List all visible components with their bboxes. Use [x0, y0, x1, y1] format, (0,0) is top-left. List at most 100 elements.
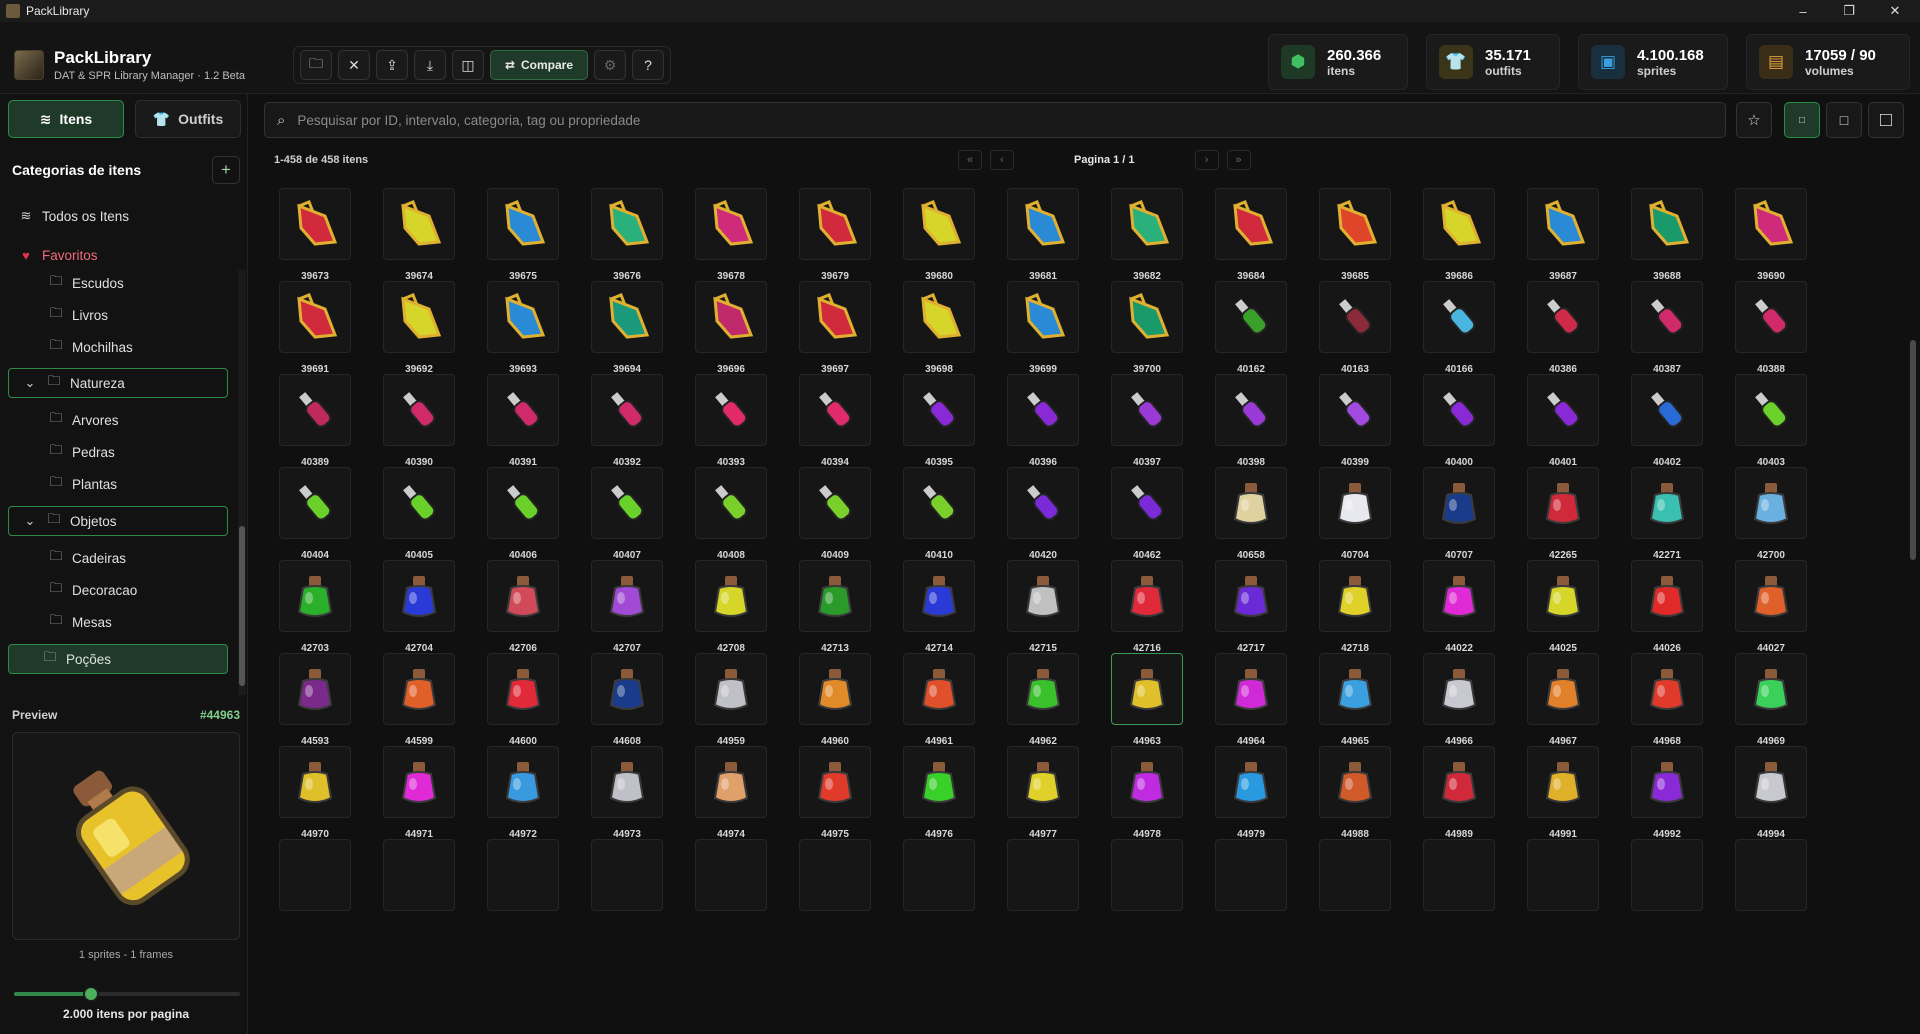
category-natureza[interactable]: ⌄ 🗀 Natureza	[22, 368, 125, 398]
close-window-button[interactable]: ✕	[1872, 0, 1918, 22]
item-cell[interactable]	[1192, 801, 1296, 915]
item-sprite-tile[interactable]	[1735, 839, 1807, 911]
item-cell[interactable]	[464, 801, 568, 915]
item-cell[interactable]	[1296, 801, 1400, 915]
category-label: Decoracao	[72, 582, 138, 598]
settings-button[interactable]: ⚙	[594, 50, 626, 80]
item-sprite-tile[interactable]	[1215, 839, 1287, 911]
item-cell[interactable]	[1608, 801, 1712, 915]
items-per-page-slider[interactable]	[14, 986, 240, 1002]
stat-volumes-label: volumes	[1805, 63, 1854, 78]
item-cell[interactable]	[568, 801, 672, 915]
item-sprite-tile[interactable]	[695, 839, 767, 911]
items-per-page-label: 2.000 itens por pagina	[62, 1007, 190, 1021]
category-all-label: Todos os Itens	[42, 208, 130, 224]
item-cell[interactable]	[672, 801, 776, 915]
folder-icon: 🗀	[49, 442, 63, 457]
item-cell[interactable]	[256, 801, 360, 915]
compare-button[interactable]: ⇄ Compare	[490, 50, 588, 80]
category-all-items[interactable]: ≋ Todos os Itens	[18, 201, 130, 231]
sidebar-scrollbar[interactable]	[238, 270, 246, 695]
item-cell[interactable]	[1712, 801, 1816, 915]
item-sprite-tile[interactable]	[1007, 839, 1079, 911]
tab-items[interactable]: ≋ Itens	[8, 100, 124, 138]
app-icon	[6, 4, 20, 18]
item-sprite-tile[interactable]	[1631, 839, 1703, 911]
chevron-down-icon[interactable]: ⌄	[22, 375, 38, 391]
category-pocoes-box[interactable]	[8, 644, 228, 674]
category-label: Objetos	[70, 513, 117, 529]
item-sprite-tile[interactable]	[383, 839, 455, 911]
category-label: Mochilhas	[72, 339, 133, 355]
minimize-button[interactable]: –	[1780, 0, 1826, 22]
shirt-icon: 👕	[1439, 45, 1473, 79]
category-livros[interactable]: 🗀 Livros	[48, 300, 108, 330]
category-objetos[interactable]: ⌄ 🗀 Objetos	[22, 506, 117, 536]
item-cell[interactable]	[776, 801, 880, 915]
view-medium-button[interactable]: □	[1826, 102, 1862, 138]
item-cell[interactable]	[1504, 801, 1608, 915]
item-cell[interactable]	[984, 801, 1088, 915]
category-mesas[interactable]: 🗀 Mesas	[48, 607, 111, 637]
item-grid: 39673 39674 39675 39676 39678 39679 39680 39681…	[256, 180, 1902, 1034]
category-cadeiras[interactable]: 🗀 Cadeiras	[48, 543, 126, 573]
category-label: Livros	[72, 307, 109, 323]
view-large-button[interactable]: □	[1868, 102, 1904, 138]
help-button[interactable]: ?	[632, 50, 664, 80]
folder-icon: 🗀	[49, 410, 63, 425]
view-small-button[interactable]: □	[1784, 102, 1820, 138]
item-cell[interactable]	[880, 801, 984, 915]
split-view-button[interactable]: ◫	[452, 50, 484, 80]
next-page-button[interactable]: ›	[1194, 150, 1219, 170]
preview-header: Preview #44963	[12, 708, 240, 722]
category-escudos[interactable]: 🗀 Escudos	[48, 268, 123, 298]
prev-page-button[interactable]: ‹	[990, 150, 1014, 170]
last-page-button[interactable]: »	[1226, 150, 1251, 170]
category-pedras[interactable]: 🗀 Pedras	[48, 437, 114, 467]
app-subtitle: DAT & SPR Library Manager · 1.2 Beta	[54, 70, 245, 82]
item-sprite-tile[interactable]	[487, 839, 559, 911]
open-folder-button[interactable]: 🗀	[300, 50, 332, 80]
item-sprite-tile[interactable]	[1111, 839, 1183, 911]
close-icon: ✕	[348, 56, 360, 73]
category-mochilhas[interactable]: 🗀 Mochilhas	[48, 332, 133, 362]
category-plantas[interactable]: 🗀 Plantas	[48, 469, 117, 499]
item-sprite-tile[interactable]	[591, 839, 663, 911]
close-file-button[interactable]: ✕	[338, 50, 370, 80]
import-button[interactable]: ⤓	[414, 50, 446, 80]
grid-scrollbar[interactable]	[1910, 340, 1916, 560]
item-cell[interactable]	[1088, 801, 1192, 915]
item-sprite-tile[interactable]	[903, 839, 975, 911]
category-favorites[interactable]: ♥ Favoritos	[18, 240, 97, 270]
scroll-thumb[interactable]	[239, 526, 245, 686]
item-sprite-tile[interactable]	[1319, 839, 1391, 911]
restore-button[interactable]: ❐	[1826, 0, 1872, 22]
slider-knob[interactable]	[82, 986, 99, 1002]
chevron-down-icon[interactable]: ⌄	[22, 513, 38, 529]
preview-meta: 1 sprites - 1 frames	[78, 949, 174, 961]
item-cell[interactable]	[360, 801, 464, 915]
tab-outfits[interactable]: 👕 Outfits	[135, 100, 241, 138]
category-decoracao[interactable]: 🗀 Decoracao	[48, 575, 137, 605]
item-sprite-tile[interactable]	[1527, 839, 1599, 911]
item-cell[interactable]	[1400, 801, 1504, 915]
shirt-icon: 👕	[152, 110, 171, 127]
item-sprite-tile[interactable]	[799, 839, 871, 911]
add-category-button[interactable]: +	[212, 156, 240, 184]
item-sprite-tile[interactable]	[1423, 839, 1495, 911]
search-input[interactable]: ⌕ Pesquisar por ID, intervalo, categoria…	[264, 102, 1726, 138]
folder-icon: 🗀	[43, 649, 57, 664]
export-button[interactable]: ⇪	[376, 50, 408, 80]
preview-panel	[12, 732, 240, 940]
category-label: Plantas	[72, 476, 118, 492]
item-sprite-tile[interactable]	[279, 839, 351, 911]
stat-items-value: 260.366	[1327, 46, 1382, 64]
first-page-button[interactable]: «	[958, 150, 982, 170]
category-arvores[interactable]: 🗀 Arvores	[48, 405, 119, 435]
upload-icon: ⇪	[386, 56, 398, 73]
square-medium-icon: □	[1839, 112, 1849, 128]
favorite-filter-button[interactable]: ☆	[1736, 102, 1772, 138]
category-label: Arvores	[72, 412, 119, 428]
items-count: 1-458 de 458 itens	[274, 154, 369, 166]
category-pocoes[interactable]: 🗀 Poções	[42, 644, 111, 674]
